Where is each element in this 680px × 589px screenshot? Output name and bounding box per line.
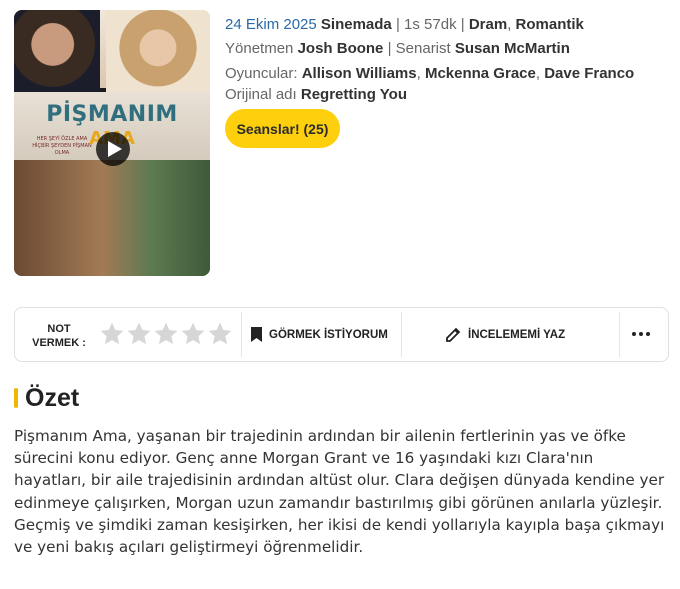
cast-link-3[interactable]: Dave Franco xyxy=(544,65,634,82)
meta-row-original: Orijinal adı Regretting You xyxy=(225,86,407,103)
director-link[interactable]: Josh Boone xyxy=(298,40,384,57)
release-date-link[interactable]: 24 Ekim 2025 xyxy=(225,16,317,33)
watchlist-button[interactable]: GÖRMEK İSTİYORUM xyxy=(251,308,388,361)
genre-link-1[interactable]: Dram xyxy=(469,16,507,33)
original-title: Regretting You xyxy=(300,86,407,103)
genre-link-2[interactable]: Romantik xyxy=(516,16,584,33)
cast-label: Oyuncular: xyxy=(225,65,298,82)
star-rating[interactable] xyxy=(99,320,234,348)
writer-label: Senarist xyxy=(395,40,451,57)
separator: | xyxy=(395,16,405,33)
bookmark-icon xyxy=(251,327,262,342)
rate-label: NOT VERMEK : xyxy=(29,322,89,350)
sessions-button[interactable]: Seanslar! (25) xyxy=(225,109,340,148)
review-label: İNCELEMEMİ YAZ xyxy=(468,328,566,341)
cast-link-2[interactable]: Mckenna Grace xyxy=(425,65,536,82)
rate-label-line1: NOT xyxy=(47,323,71,335)
movie-poster[interactable]: HER ŞEYİ ÖZLE AMA HİÇBİR ŞEYDEN PİŞMAN O… xyxy=(14,10,210,276)
summary-heading-text: Özet xyxy=(25,383,80,412)
rate-label-line2: VERMEK : xyxy=(32,337,86,349)
divider xyxy=(619,312,620,357)
watchlist-label: GÖRMEK İSTİYORUM xyxy=(269,328,388,341)
poster-title: PİŞMANIM xyxy=(46,102,178,127)
star-icon[interactable] xyxy=(153,320,179,348)
play-trailer-button[interactable] xyxy=(96,132,130,166)
divider xyxy=(401,312,402,357)
writer-link[interactable]: Susan McMartin xyxy=(455,40,570,57)
pencil-icon xyxy=(446,327,461,342)
cast-link-1[interactable]: Allison Williams xyxy=(302,65,417,82)
write-review-button[interactable]: İNCELEMEMİ YAZ xyxy=(446,308,565,361)
star-icon[interactable] xyxy=(126,320,152,348)
meta-row-cast: Oyuncular: Allison Williams, Mckenna Gra… xyxy=(225,65,635,82)
more-options-button[interactable] xyxy=(629,325,653,343)
separator: | xyxy=(387,40,396,57)
director-label: Yönetmen xyxy=(225,40,294,57)
summary-heading: Özet xyxy=(14,384,79,412)
star-icon[interactable] xyxy=(99,320,125,348)
poster-actor-image xyxy=(14,10,100,96)
more-icon xyxy=(632,332,650,336)
poster-couple-image xyxy=(14,160,210,276)
star-icon[interactable] xyxy=(180,320,206,348)
star-icon[interactable] xyxy=(207,320,233,348)
poster-actress-image xyxy=(106,10,210,94)
play-icon xyxy=(108,141,122,157)
separator: | xyxy=(460,16,469,33)
heading-accent-bar xyxy=(14,388,18,408)
original-title-label: Orijinal adı xyxy=(225,86,297,103)
divider xyxy=(241,312,242,357)
meta-row-crew: Yönetmen Josh Boone | Senarist Susan McM… xyxy=(225,40,570,57)
meta-row-release: 24 Ekim 2025 Sinemada | 1s 57dk | Dram, … xyxy=(225,16,584,33)
duration: 1s 57dk xyxy=(404,16,457,33)
action-bar: NOT VERMEK : GÖRMEK İSTİYORUM İNCELEMEMİ… xyxy=(14,307,669,362)
summary-text: Pişmanım Ama, yaşanan bir trajedinin ard… xyxy=(14,427,665,557)
release-status: Sinemada xyxy=(320,16,392,33)
